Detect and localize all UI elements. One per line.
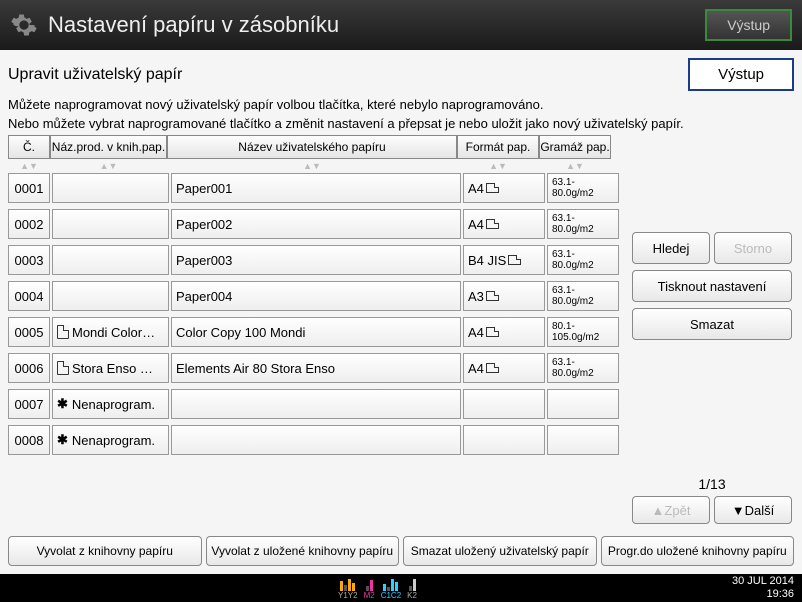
cell-number: 0006 <box>8 353 50 383</box>
page-indicator: 1/13 <box>632 476 792 492</box>
cell-number: 0001 <box>8 173 50 203</box>
cell-library <box>52 245 169 275</box>
sheet-icon <box>508 255 521 265</box>
prev-page-button: ▲ Zpět <box>632 496 710 524</box>
sheet-icon <box>486 291 499 301</box>
sheet-icon <box>486 363 499 373</box>
page-title: Nastavení papíru v zásobníku <box>48 12 705 38</box>
sheet-icon <box>486 327 499 337</box>
col-format[interactable]: Formát pap. <box>457 135 539 159</box>
cell-number: 0005 <box>8 317 50 347</box>
cell-number: 0008 <box>8 425 50 455</box>
cell-format: B4 JIS <box>463 245 545 275</box>
cell-name: Color Copy 100 Mondi <box>171 317 461 347</box>
cell-library <box>52 173 169 203</box>
exit-top-button[interactable]: Výstup <box>705 9 792 41</box>
cell-name: Paper001 <box>171 173 461 203</box>
doc-icon <box>57 361 69 375</box>
cell-library: Stora Enso … <box>52 353 169 383</box>
cell-number: 0007 <box>8 389 50 419</box>
cell-name: Paper004 <box>171 281 461 311</box>
next-page-button[interactable]: ▼ Další <box>714 496 792 524</box>
cell-format: A4 <box>463 353 545 383</box>
cell-format: A4 <box>463 173 545 203</box>
doc-icon <box>57 325 69 339</box>
delete-button[interactable]: Smazat <box>632 308 792 340</box>
subpanel-title: Upravit uživatelský papír <box>8 66 688 84</box>
cell-weight: 63.1-80.0g/m2 <box>547 281 619 311</box>
cell-weight: 80.1-105.0g/m2 <box>547 317 619 347</box>
program-to-library-button[interactable]: Progr.do uložené knihovny papíru <box>601 536 795 566</box>
table-row[interactable]: 0006Stora Enso …Elements Air 80 Stora En… <box>8 353 794 383</box>
cell-number: 0004 <box>8 281 50 311</box>
sheet-icon <box>486 219 499 229</box>
cell-number: 0003 <box>8 245 50 275</box>
sort-arrows: ▲▼▲▼▲▼▲▼▲▼ <box>8 161 794 171</box>
exit-button[interactable]: Výstup <box>688 58 794 91</box>
cell-library: Mondi Color… <box>52 317 169 347</box>
col-weight[interactable]: Gramáž pap. <box>539 135 611 159</box>
cell-number: 0002 <box>8 209 50 239</box>
cell-format <box>463 425 545 455</box>
cell-library: ✱Nenaprogram. <box>52 389 169 419</box>
recall-library-button[interactable]: Vyvolat z knihovny papíru <box>8 536 202 566</box>
recall-saved-library-button[interactable]: Vyvolat z uložené knihovny papíru <box>206 536 400 566</box>
cell-name: Elements Air 80 Stora Enso <box>171 353 461 383</box>
cancel-button: Storno <box>714 232 792 264</box>
datetime: 30 JUL 201419:36 <box>732 575 794 601</box>
description-2: Nebo můžete vybrat naprogramované tlačít… <box>8 116 794 131</box>
delete-saved-user-paper-button[interactable]: Smazat uložený uživatelský papír <box>403 536 597 566</box>
cell-weight <box>547 425 619 455</box>
cell-weight: 63.1-80.0g/m2 <box>547 173 619 203</box>
table-row[interactable]: 0007✱Nenaprogram. <box>8 389 794 419</box>
search-button[interactable]: Hledej <box>632 232 710 264</box>
cell-name: Paper003 <box>171 245 461 275</box>
cell-library: ✱Nenaprogram. <box>52 425 169 455</box>
print-settings-button[interactable]: Tisknout nastavení <box>632 270 792 302</box>
toner-levels: Y1Y2 M2 C1C2 K2 <box>338 577 417 600</box>
cell-library <box>52 281 169 311</box>
cell-format: A4 <box>463 317 545 347</box>
cell-format: A3 <box>463 281 545 311</box>
cell-format: A4 <box>463 209 545 239</box>
cell-weight: 63.1-80.0g/m2 <box>547 353 619 383</box>
table-row[interactable]: 0001 Paper001A463.1-80.0g/m2 <box>8 173 794 203</box>
description-1: Můžete naprogramovat nový uživatelský pa… <box>8 97 794 112</box>
col-paper-name[interactable]: Název uživatelského papíru <box>167 135 457 159</box>
table-row[interactable]: 0008✱Nenaprogram. <box>8 425 794 455</box>
cell-format <box>463 389 545 419</box>
col-number[interactable]: Č. <box>8 135 50 159</box>
cell-name <box>171 389 461 419</box>
gear-icon <box>10 11 38 39</box>
cell-weight: 63.1-80.0g/m2 <box>547 245 619 275</box>
cell-name <box>171 425 461 455</box>
cell-weight: 63.1-80.0g/m2 <box>547 209 619 239</box>
col-library-name[interactable]: Náz.prod. v knih.pap. <box>50 135 167 159</box>
cell-library <box>52 209 169 239</box>
sheet-icon <box>486 183 499 193</box>
cell-name: Paper002 <box>171 209 461 239</box>
cell-weight <box>547 389 619 419</box>
